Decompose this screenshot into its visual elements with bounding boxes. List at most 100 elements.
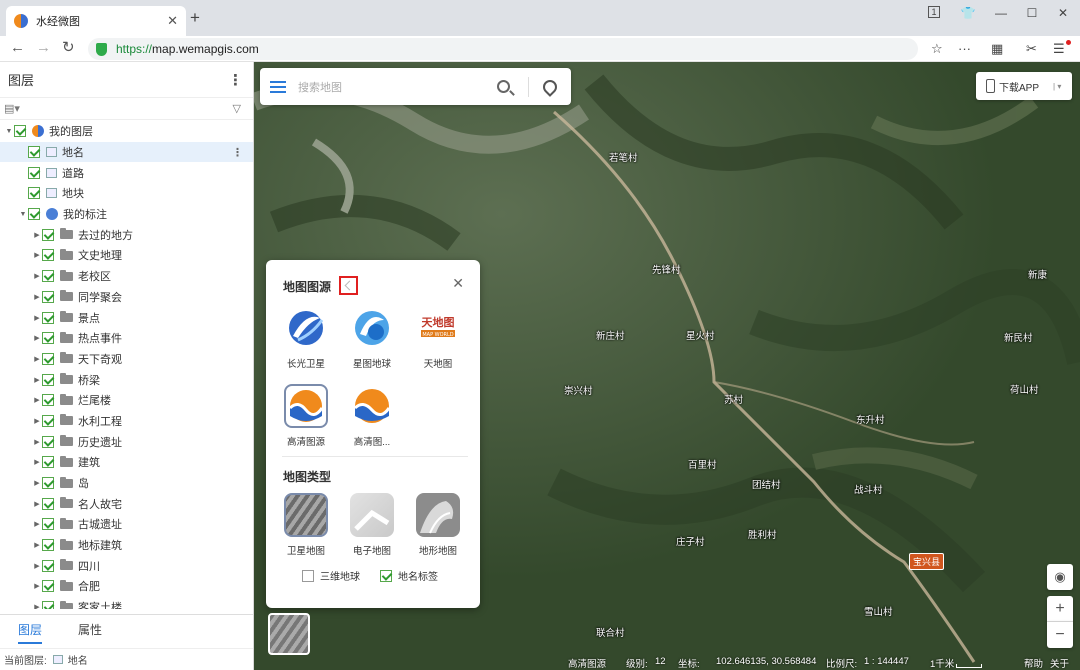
tree-row[interactable]: ▶ 古城遗址 bbox=[0, 514, 253, 535]
expand-right-icon[interactable]: ▶ bbox=[32, 500, 42, 508]
tree-row[interactable]: 地块 bbox=[0, 183, 253, 204]
shirt-icon[interactable]: 👕 bbox=[957, 4, 979, 22]
village-label[interactable]: 战斗村 bbox=[854, 482, 883, 496]
tree-row[interactable]: ▶ 文史地理 bbox=[0, 245, 253, 266]
source-hd[interactable]: 高清图源 bbox=[280, 384, 332, 448]
tree-row[interactable]: ▶ 建筑 bbox=[0, 452, 253, 473]
layer-checkbox[interactable] bbox=[42, 580, 54, 593]
expand-right-icon[interactable]: ▶ bbox=[32, 603, 42, 609]
village-label[interactable]: 星火村 bbox=[686, 328, 715, 342]
view-list-icon[interactable]: ▤▾ bbox=[4, 102, 20, 115]
forward-icon[interactable]: → bbox=[36, 38, 51, 58]
source-hd-2[interactable]: 高清图... bbox=[346, 384, 398, 448]
tree-row[interactable]: ▶ 合肥 bbox=[0, 576, 253, 597]
tab-layers[interactable]: 图层 bbox=[0, 621, 60, 638]
layer-checkbox[interactable] bbox=[42, 373, 54, 386]
download-app-button[interactable]: 下载APP | ▾ bbox=[976, 72, 1072, 100]
tree-row[interactable]: ▶ 地标建筑 bbox=[0, 535, 253, 556]
layer-checkbox[interactable] bbox=[42, 559, 54, 572]
village-label[interactable]: 新民村 bbox=[1004, 330, 1033, 344]
expand-right-icon[interactable]: ▶ bbox=[32, 355, 42, 363]
tree-row[interactable]: ▶ 历史遗址 bbox=[0, 431, 253, 452]
expand-right-icon[interactable]: ▶ bbox=[32, 541, 42, 549]
layer-checkbox[interactable] bbox=[42, 270, 54, 283]
expand-right-icon[interactable]: ▶ bbox=[32, 520, 42, 528]
layer-checkbox[interactable] bbox=[42, 539, 54, 552]
map-search-box[interactable]: 搜索地图 bbox=[260, 68, 571, 105]
tree-row[interactable]: ▶ 景点 bbox=[0, 307, 253, 328]
layer-checkbox[interactable] bbox=[28, 146, 40, 159]
village-label[interactable]: 庄子村 bbox=[676, 534, 705, 548]
option-3d-earth[interactable]: 三维地球 bbox=[302, 568, 360, 583]
type-terrain[interactable]: 地形地图 bbox=[412, 493, 464, 557]
expand-down-icon[interactable]: ▼ bbox=[4, 128, 14, 135]
tree-row[interactable]: ▶ 岛 bbox=[0, 473, 253, 494]
option-place-labels[interactable]: 地名标签 bbox=[380, 568, 438, 583]
browser-tab[interactable]: 水经微图 ✕ bbox=[6, 6, 186, 36]
layer-checkbox[interactable] bbox=[42, 290, 54, 303]
zoom-in-button[interactable]: + bbox=[1047, 596, 1073, 622]
3d-earth-checkbox[interactable] bbox=[302, 569, 314, 582]
layer-checkbox[interactable] bbox=[42, 601, 54, 609]
layer-checkbox[interactable] bbox=[42, 394, 54, 407]
village-label[interactable]: 荷山村 bbox=[1010, 382, 1039, 396]
map-view[interactable]: 若笔村 先锋村 新庄村 星火村 崇兴村 苏村 东升村 百里村 团结村 战斗村 胜利村 庄子村 雪山村 联合… bbox=[254, 62, 1080, 670]
village-label[interactable]: 若笔村 bbox=[609, 150, 638, 164]
layer-checkbox[interactable] bbox=[42, 249, 54, 262]
collapse-arrow-icon[interactable] bbox=[339, 276, 358, 295]
tree-row[interactable]: ▶ 烂尾楼 bbox=[0, 390, 253, 411]
expand-right-icon[interactable]: ▶ bbox=[32, 293, 42, 301]
new-tab-icon[interactable]: + bbox=[190, 8, 200, 28]
village-label[interactable]: 胜利村 bbox=[748, 527, 777, 541]
layer-checkbox[interactable] bbox=[42, 352, 54, 365]
tab-properties[interactable]: 属性 bbox=[60, 621, 120, 638]
help-link[interactable]: 帮助 bbox=[1024, 656, 1043, 670]
expand-right-icon[interactable]: ▶ bbox=[32, 458, 42, 466]
village-label[interactable]: 新康 bbox=[1028, 267, 1047, 281]
source-changguang[interactable]: 长光卫星 bbox=[280, 306, 332, 370]
window-close-icon[interactable]: ✕ bbox=[1052, 4, 1074, 22]
layer-checkbox[interactable] bbox=[14, 125, 26, 138]
tab-count-icon[interactable]: 1 bbox=[928, 6, 940, 18]
basemap-switch-thumbnail[interactable] bbox=[268, 613, 310, 655]
tree-row[interactable]: ▶ 同学聚会 bbox=[0, 287, 253, 308]
expand-right-icon[interactable]: ▶ bbox=[32, 334, 42, 342]
tree-row[interactable]: ▶ 水利工程 bbox=[0, 411, 253, 432]
reload-icon[interactable]: ↻ bbox=[62, 38, 75, 58]
expand-right-icon[interactable]: ▶ bbox=[32, 417, 42, 425]
village-label[interactable]: 团结村 bbox=[752, 477, 781, 491]
location-pin-icon[interactable] bbox=[540, 76, 560, 97]
expand-right-icon[interactable]: ▶ bbox=[32, 272, 42, 280]
layer-checkbox[interactable] bbox=[42, 332, 54, 345]
tree-row[interactable]: 地名 ⋮ bbox=[0, 141, 253, 163]
expand-right-icon[interactable]: ▶ bbox=[32, 314, 42, 322]
zoom-out-button[interactable]: − bbox=[1047, 622, 1073, 648]
village-label[interactable]: 苏村 bbox=[724, 392, 743, 406]
more-dots-icon[interactable]: ··· bbox=[958, 41, 971, 57]
tree-row[interactable]: ▶ 桥梁 bbox=[0, 369, 253, 390]
layer-checkbox[interactable] bbox=[28, 166, 40, 179]
layer-checkbox[interactable] bbox=[42, 228, 54, 241]
row-more-icon[interactable]: ⋮ bbox=[232, 146, 243, 159]
popup-close-icon[interactable]: ✕ bbox=[452, 275, 464, 292]
layer-checkbox[interactable] bbox=[42, 435, 54, 448]
type-satellite[interactable]: 卫星地图 bbox=[280, 493, 332, 557]
expand-right-icon[interactable]: ▶ bbox=[32, 582, 42, 590]
layer-checkbox[interactable] bbox=[28, 208, 40, 221]
source-xingtu[interactable]: 星图地球 bbox=[346, 306, 398, 370]
village-label[interactable]: 雪山村 bbox=[864, 604, 893, 618]
tree-row[interactable]: ▶ 热点事件 bbox=[0, 328, 253, 349]
maximize-icon[interactable]: ☐ bbox=[1021, 4, 1043, 22]
back-icon[interactable]: ← bbox=[10, 38, 25, 58]
panel-more-icon[interactable]: ⋮ bbox=[228, 71, 243, 89]
layer-checkbox[interactable] bbox=[42, 518, 54, 531]
village-label[interactable]: 先锋村 bbox=[652, 262, 681, 276]
minimize-icon[interactable]: — bbox=[990, 4, 1012, 22]
village-label[interactable]: 东升村 bbox=[856, 412, 885, 426]
layer-checkbox[interactable] bbox=[42, 414, 54, 427]
town-label[interactable]: 宝兴县 bbox=[909, 553, 945, 570]
filter-icon[interactable]: ▽ bbox=[233, 102, 241, 115]
tree-row[interactable]: ▶ 天下奇观 bbox=[0, 349, 253, 370]
bookmark-star-icon[interactable]: ☆ bbox=[931, 41, 943, 57]
tab-close-icon[interactable]: ✕ bbox=[167, 13, 178, 29]
